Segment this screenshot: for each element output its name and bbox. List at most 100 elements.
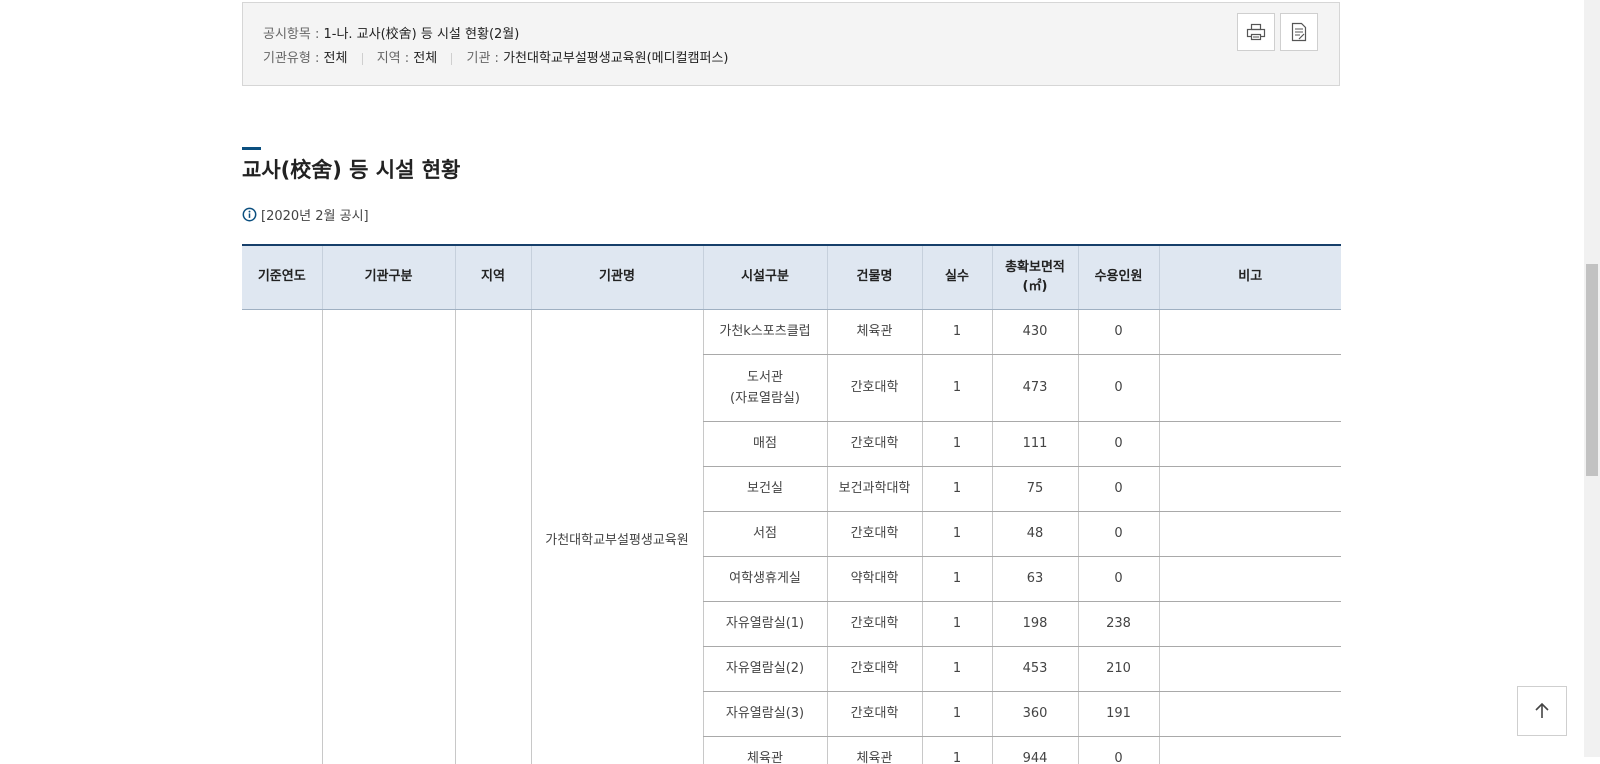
notice-line: [2020년 2월 공시]: [242, 205, 369, 224]
notice-text: [2020년 2월 공시]: [261, 205, 369, 224]
facility-table-container: 기준연도 기관구분 지역 기관명 시설구분 건물명 실수 총확보면적 (㎡) 수…: [242, 244, 1341, 764]
capacity-cell: 238: [1078, 602, 1159, 647]
rooms-cell: 1: [922, 355, 992, 422]
capacity-cell: 0: [1078, 355, 1159, 422]
building-cell: 간호대학: [827, 602, 922, 647]
divider: [362, 53, 363, 65]
region-label: 지역 :: [377, 51, 409, 66]
table-row: 가천대학교부설평생교육원 가천k스포츠클럽 체육관 1 430 0: [242, 310, 1341, 355]
building-cell: 보건과학대학: [827, 467, 922, 512]
capacity-cell: 0: [1078, 737, 1159, 764]
search-info-box: 공시항목 : 1-나. 교사(校舍) 등 시설 현황(2월) 기관유형 : 전체…: [242, 2, 1340, 86]
org-name-cell: 가천대학교부설평생교육원: [531, 310, 703, 764]
area-cell: 48: [992, 512, 1078, 557]
col-header-note: 비고: [1159, 245, 1341, 310]
col-header-area: 총확보면적 (㎡): [992, 245, 1078, 310]
capacity-cell: 0: [1078, 512, 1159, 557]
area-cell: 453: [992, 647, 1078, 692]
building-cell: 간호대학: [827, 422, 922, 467]
capacity-cell: 0: [1078, 467, 1159, 512]
capacity-cell: 0: [1078, 310, 1159, 355]
rooms-cell: 1: [922, 422, 992, 467]
building-cell: 약학대학: [827, 557, 922, 602]
area-cell: 111: [992, 422, 1078, 467]
arrow-up-icon: [1533, 702, 1551, 720]
building-cell: 체육관: [827, 310, 922, 355]
divider: [451, 53, 452, 65]
note-cell: [1159, 647, 1341, 692]
rooms-cell: 1: [922, 512, 992, 557]
note-cell: [1159, 737, 1341, 764]
area-cell: 944: [992, 737, 1078, 764]
capacity-cell: 0: [1078, 422, 1159, 467]
note-cell: [1159, 602, 1341, 647]
org-value: 가천대학교부설평생교육원(메디컬캠퍼스): [503, 51, 728, 66]
facility-table: 기준연도 기관구분 지역 기관명 시설구분 건물명 실수 총확보면적 (㎡) 수…: [242, 244, 1341, 764]
table-header-row: 기준연도 기관구분 지역 기관명 시설구분 건물명 실수 총확보면적 (㎡) 수…: [242, 245, 1341, 310]
info-icon: [242, 207, 257, 222]
section-title-accent: [242, 147, 261, 150]
building-cell: 간호대학: [827, 355, 922, 422]
area-cell: 75: [992, 467, 1078, 512]
building-cell: 체육관: [827, 737, 922, 764]
facility-cell: 도서관 (자료열람실): [703, 355, 827, 422]
area-cell: 360: [992, 692, 1078, 737]
note-cell: [1159, 557, 1341, 602]
building-cell: 간호대학: [827, 647, 922, 692]
note-cell: [1159, 422, 1341, 467]
col-header-facility: 시설구분: [703, 245, 827, 310]
area-cell: 198: [992, 602, 1078, 647]
institution-name: 가천대학교부설평생교육원: [532, 530, 703, 551]
col-header-rooms: 실수: [922, 245, 992, 310]
item-value: 1-나. 교사(校舍) 등 시설 현황(2월): [324, 27, 520, 42]
col-header-org-type: 기관구분: [322, 245, 455, 310]
note-cell: [1159, 512, 1341, 557]
region-value: 전체: [413, 51, 437, 66]
rooms-cell: 1: [922, 557, 992, 602]
scrollbar-thumb[interactable]: [1586, 264, 1598, 476]
facility-cell: 서점: [703, 512, 827, 557]
facility-cell: 매점: [703, 422, 827, 467]
col-header-region: 지역: [455, 245, 531, 310]
capacity-cell: 191: [1078, 692, 1159, 737]
section-title: 교사(校舍) 등 시설 현황: [242, 154, 460, 184]
col-header-org-name: 기관명: [531, 245, 703, 310]
rooms-cell: 1: [922, 310, 992, 355]
document-icon: [1290, 22, 1308, 42]
year-cell: [242, 310, 322, 764]
area-cell: 63: [992, 557, 1078, 602]
facility-cell: 자유열람실(3): [703, 692, 827, 737]
building-cell: 간호대학: [827, 692, 922, 737]
print-icon: [1246, 23, 1266, 41]
facility-cell: 자유열람실(1): [703, 602, 827, 647]
info-line-filters: 기관유형 : 전체 지역 : 전체 기관 : 가천대학교부설평생교육원(메디컬캠…: [263, 47, 729, 66]
rooms-cell: 1: [922, 692, 992, 737]
capacity-cell: 210: [1078, 647, 1159, 692]
print-button[interactable]: [1237, 13, 1275, 51]
note-cell: [1159, 355, 1341, 422]
item-label: 공시항목 :: [263, 27, 319, 42]
area-cell: 430: [992, 310, 1078, 355]
rooms-cell: 1: [922, 647, 992, 692]
area-cell: 473: [992, 355, 1078, 422]
type-label: 기관유형 :: [263, 51, 319, 66]
region-cell: [455, 310, 531, 764]
document-button[interactable]: [1280, 13, 1318, 51]
rooms-cell: 1: [922, 467, 992, 512]
type-value: 전체: [324, 51, 348, 66]
facility-cell: 여학생휴게실: [703, 557, 827, 602]
facility-cell: 체육관: [703, 737, 827, 764]
col-header-year: 기준연도: [242, 245, 322, 310]
scroll-to-top-button[interactable]: [1517, 686, 1567, 736]
org-type-cell: [322, 310, 455, 764]
facility-cell: 가천k스포츠클럽: [703, 310, 827, 355]
rooms-cell: 1: [922, 602, 992, 647]
note-cell: [1159, 310, 1341, 355]
rooms-cell: 1: [922, 737, 992, 764]
col-header-capacity: 수용인원: [1078, 245, 1159, 310]
facility-cell: 자유열람실(2): [703, 647, 827, 692]
building-cell: 간호대학: [827, 512, 922, 557]
facility-cell: 보건실: [703, 467, 827, 512]
note-cell: [1159, 692, 1341, 737]
col-header-building: 건물명: [827, 245, 922, 310]
